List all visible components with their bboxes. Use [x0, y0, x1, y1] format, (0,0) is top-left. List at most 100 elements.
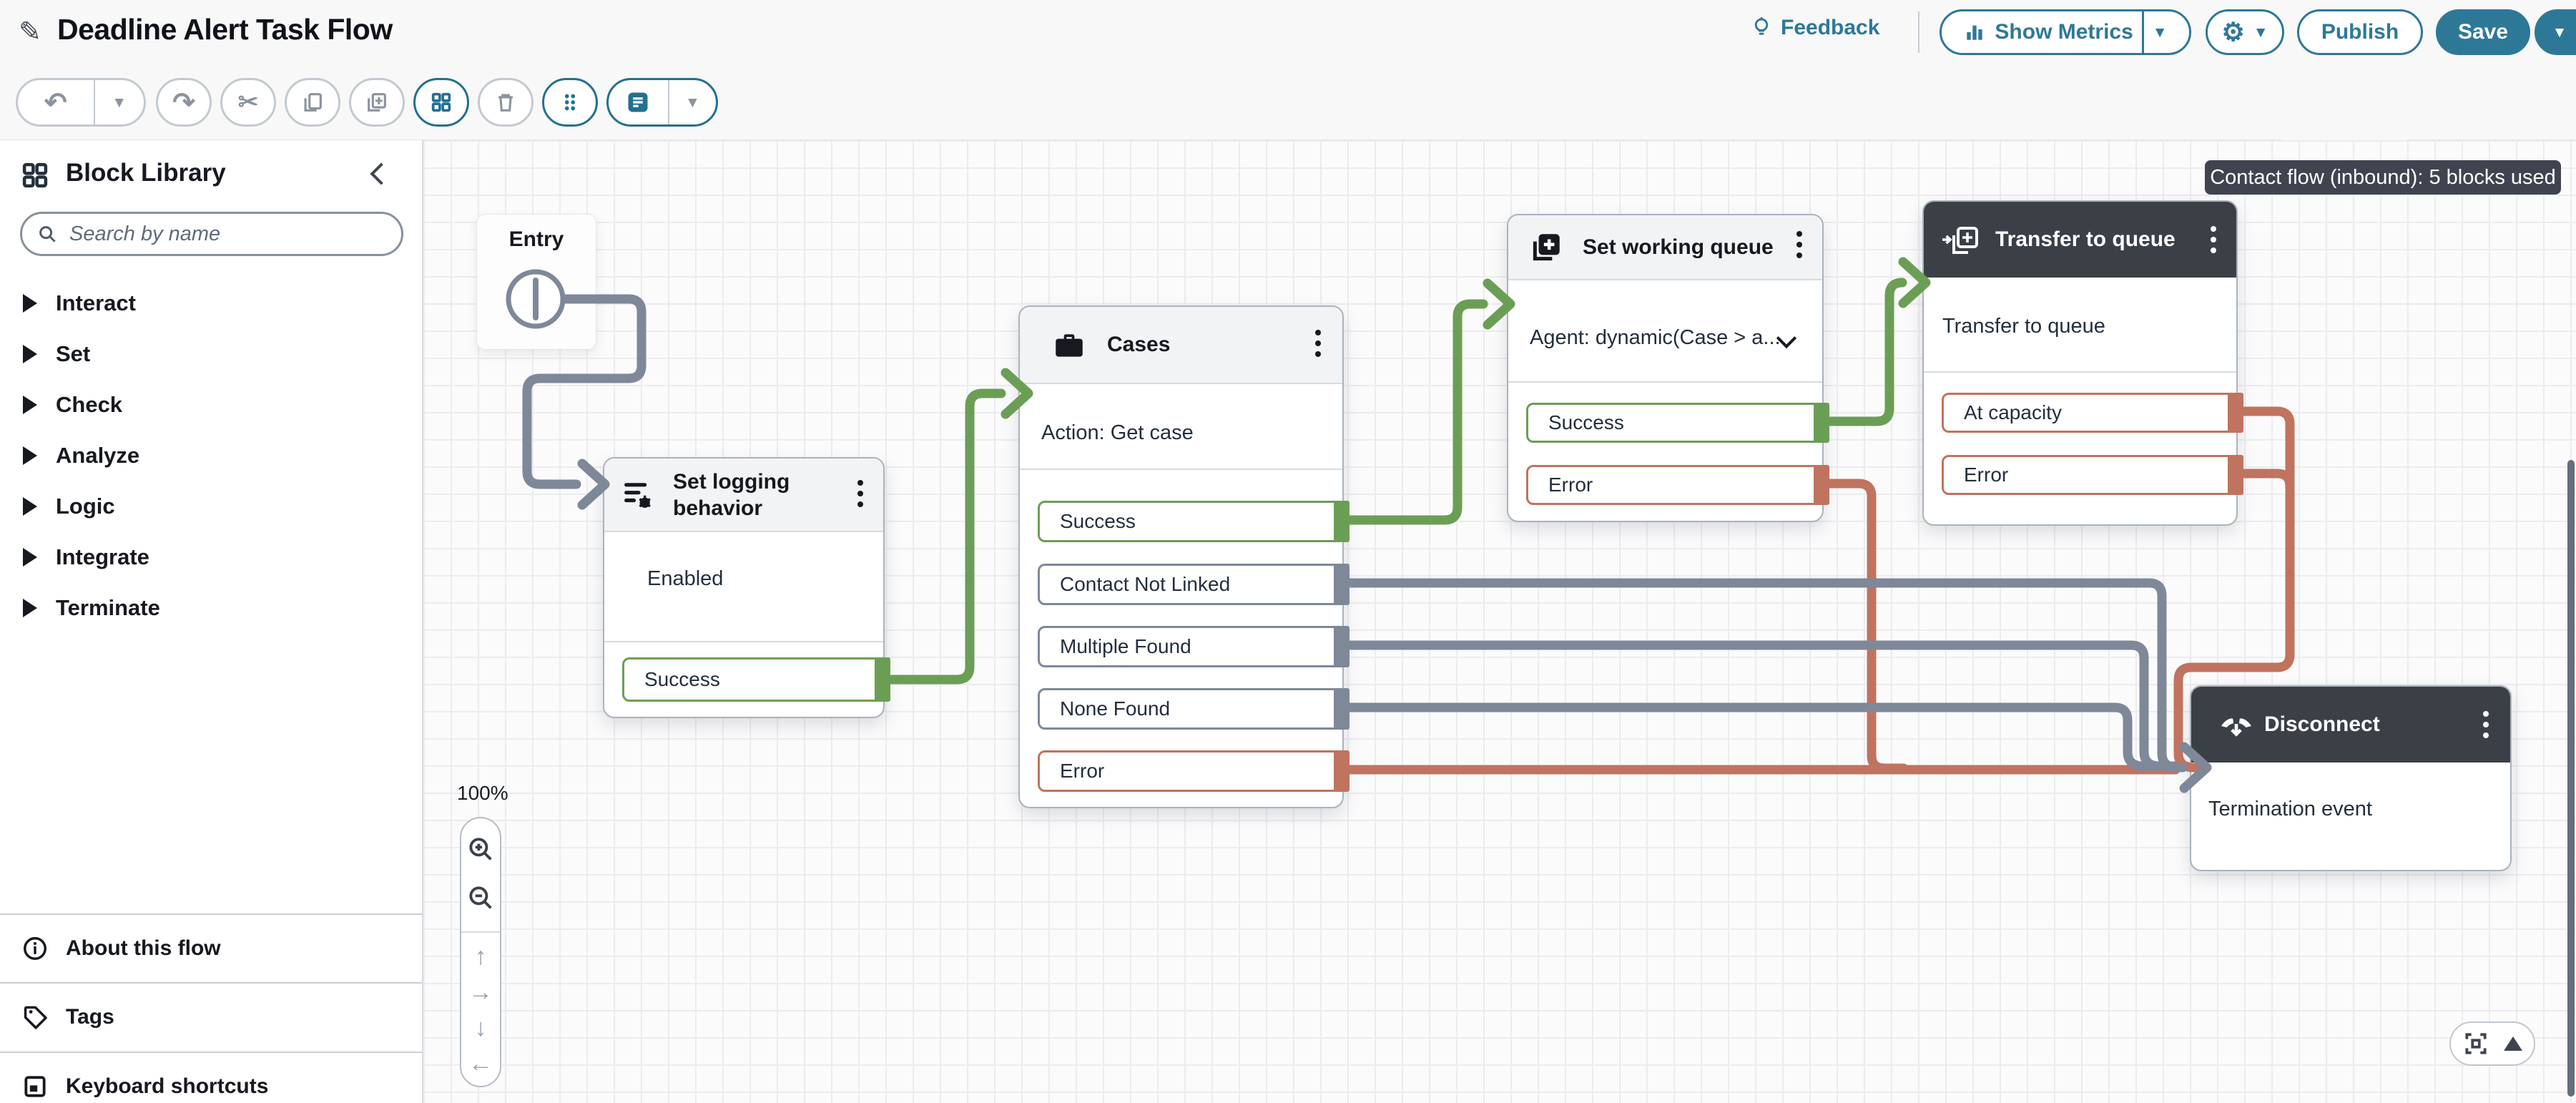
briefcase-icon — [1051, 328, 1087, 364]
delete-button[interactable] — [478, 78, 534, 127]
annotations-menu-button[interactable]: ▼ — [669, 80, 716, 124]
block-library-title: Block Library — [66, 159, 226, 187]
port-success[interactable]: Success — [1526, 403, 1822, 443]
zoom-in-icon[interactable] — [466, 834, 496, 864]
block-disconnect[interactable]: Disconnect Termination event — [2190, 685, 2512, 871]
redo-icon: ↷ — [172, 87, 195, 119]
bar-chart-icon — [1963, 21, 1986, 44]
block-menu-icon[interactable] — [1312, 327, 1324, 360]
expand-icon — [23, 497, 37, 516]
save-label: Save — [2458, 20, 2508, 44]
tags-button[interactable]: Tags — [0, 984, 422, 1051]
canvas-view-controls — [2449, 1021, 2535, 1066]
snap-to-grid-button[interactable] — [413, 78, 469, 127]
block-entry[interactable]: Entry — [476, 214, 596, 350]
block-header: Set working queue — [1508, 215, 1822, 280]
port-success[interactable]: Success — [622, 657, 883, 702]
feedback-button[interactable]: Feedback — [1749, 16, 1879, 40]
block-cases[interactable]: Cases Action: Get case Success Contact N… — [1018, 305, 1344, 808]
copy-icon — [300, 90, 325, 114]
pan-left-icon[interactable]: ← — [468, 1051, 493, 1076]
port-error[interactable]: Error — [1038, 750, 1342, 792]
block-set-logging-behavior[interactable]: Set logging behavior Enabled Success — [603, 457, 885, 718]
sidebar-category-terminate[interactable]: Terminate — [0, 585, 422, 631]
copy-button[interactable] — [285, 78, 340, 127]
block-menu-icon[interactable] — [855, 477, 866, 510]
block-menu-icon[interactable] — [2480, 708, 2492, 741]
bulb-icon — [1749, 16, 1774, 40]
save-button[interactable]: Save — [2436, 9, 2530, 55]
block-title: Set logging behavior — [673, 469, 809, 521]
block-menu-icon[interactable] — [2208, 223, 2219, 256]
canvas-scrollbar[interactable] — [2567, 460, 2575, 1097]
undo-split-button: ↶ ▼ — [16, 78, 146, 127]
undo-icon: ↶ — [44, 87, 67, 119]
paste-button[interactable] — [349, 78, 405, 127]
save-menu-button[interactable]: ▼ — [2535, 9, 2576, 55]
block-transfer-to-queue[interactable]: Transfer to queue Transfer to queue At c… — [1922, 200, 2238, 526]
zoom-level: 100% — [457, 782, 508, 805]
top-header: ✎ Deadline Alert Task Flow Feedback Show… — [0, 0, 2576, 64]
feedback-label: Feedback — [1781, 16, 1879, 40]
block-set-working-queue[interactable]: Set working queue Agent: dynamic(Case > … — [1507, 214, 1824, 522]
sidebar-category-logic[interactable]: Logic — [0, 484, 422, 529]
block-header: Disconnect — [2191, 687, 2510, 763]
port-contact-not-linked[interactable]: Contact Not Linked — [1038, 564, 1342, 605]
flow-canvas[interactable]: Contact flow (inbound): 5 blocks used En… — [423, 140, 2576, 1103]
settings-caret-icon: ▼ — [2253, 25, 2268, 40]
block-menu-icon[interactable] — [1794, 228, 1805, 261]
editor-toolbar: ↶ ▼ ↷ ✂ ▼ — [0, 68, 2576, 140]
port-multiple-found[interactable]: Multiple Found — [1038, 626, 1342, 667]
redo-button[interactable]: ↷ — [156, 78, 212, 127]
collapse-controls-icon[interactable] — [2504, 1036, 2522, 1051]
show-metrics-caret-icon[interactable]: ▼ — [2153, 25, 2168, 40]
about-this-flow-button[interactable]: About this flow — [0, 915, 422, 982]
port-error[interactable]: Error — [1526, 465, 1822, 505]
block-title: Set working queue — [1583, 234, 1774, 260]
block-title: Cases — [1107, 331, 1170, 358]
expand-icon — [23, 294, 37, 313]
sidebar-category-interact[interactable]: Interact — [0, 280, 422, 326]
publish-label: Publish — [2321, 20, 2399, 44]
search-icon — [36, 223, 58, 245]
sidebar-category-analyze[interactable]: Analyze — [0, 433, 422, 479]
annotations-split-button: ▼ — [606, 78, 718, 127]
collapse-panel-icon[interactable] — [370, 162, 392, 185]
undo-caret-icon: ▼ — [112, 95, 127, 110]
drag-handle-button[interactable] — [542, 78, 598, 127]
keyboard-icon — [21, 1073, 49, 1100]
pan-down-icon[interactable]: ↓ — [475, 1016, 487, 1040]
sidebar-category-integrate[interactable]: Integrate — [0, 534, 422, 580]
settings-menu-button[interactable]: ⚙ ▼ — [2206, 9, 2284, 55]
sidebar-category-set[interactable]: Set — [0, 331, 422, 377]
annotations-button[interactable] — [609, 80, 668, 124]
block-title: Disconnect — [2264, 711, 2380, 737]
edit-title-icon[interactable]: ✎ — [19, 16, 41, 48]
sidebar-category-check[interactable]: Check — [0, 382, 422, 428]
expand-icon — [23, 548, 37, 567]
header-actions: Feedback Show Metrics ▼ ⚙ ▼ Publish Save… — [1716, 0, 2576, 64]
block-title: Entry — [477, 227, 596, 252]
block-library-panel: Block Library Interact Set Check Analyze… — [0, 140, 423, 1103]
block-header: Set logging behavior — [604, 459, 883, 532]
fit-to-screen-icon[interactable] — [2462, 1030, 2489, 1057]
gear-icon: ⚙ — [2221, 19, 2244, 45]
flow-designer-app: ✎ Deadline Alert Task Flow Feedback Show… — [0, 0, 2576, 1103]
zoom-out-icon[interactable] — [466, 883, 496, 913]
pan-up-icon[interactable]: ↑ — [475, 944, 487, 969]
port-none-found[interactable]: None Found — [1038, 688, 1342, 730]
undo-menu-button[interactable]: ▼ — [95, 80, 144, 124]
keyboard-shortcuts-button[interactable]: Keyboard shortcuts — [0, 1053, 422, 1103]
port-error[interactable]: Error — [1942, 455, 2236, 495]
undo-button[interactable]: ↶ — [18, 80, 94, 124]
info-icon — [21, 935, 49, 962]
cut-button[interactable]: ✂ — [220, 78, 276, 127]
pan-right-icon[interactable]: → — [468, 980, 493, 1004]
block-search-input[interactable] — [68, 222, 387, 247]
port-success[interactable]: Success — [1038, 501, 1342, 542]
publish-button[interactable]: Publish — [2297, 9, 2423, 55]
port-at-capacity[interactable]: At capacity — [1942, 393, 2236, 433]
grid-icon — [429, 90, 453, 114]
notes-icon — [625, 89, 651, 115]
show-metrics-button[interactable]: Show Metrics ▼ — [1940, 9, 2191, 55]
